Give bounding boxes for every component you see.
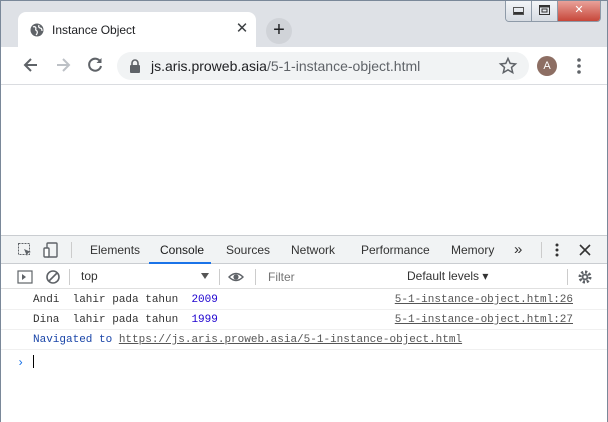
vertical-dots-icon[interactable] [571,56,587,76]
log-source-link[interactable]: 5-1-instance-object.html:26 [395,294,573,306]
tab-title: Instance Object [52,23,136,37]
dropdown-arrow-icon [201,273,209,279]
console-prompt[interactable]: › [1,350,607,370]
toolbar-divider [219,269,220,285]
profile-avatar[interactable]: A [537,56,557,76]
console-output: Andi lahir pada tahun 2009 5-1-instance-… [1,290,607,370]
tab-console[interactable]: Console [160,243,204,257]
navigated-url-link[interactable]: https://js.aris.proweb.asia/5-1-instance… [119,334,462,346]
log-number: 2009 [191,294,218,306]
tab-elements[interactable]: Elements [90,243,140,257]
new-tab-button[interactable]: + [266,18,292,44]
tab-memory[interactable]: Memory [451,243,494,257]
browser-tab[interactable]: Instance Object ✕ [18,12,256,47]
log-number: 1999 [191,314,218,326]
back-arrow-icon[interactable] [21,55,41,75]
tab-sources[interactable]: Sources [226,243,270,257]
context-label: top [81,269,98,283]
vertical-dots-icon[interactable] [549,242,565,258]
forward-arrow-icon[interactable] [53,55,73,75]
restore-icon [539,5,550,15]
log-levels-dropdown[interactable]: Default levels ▾ [407,269,488,283]
close-devtools-icon[interactable] [577,242,593,258]
toolbar-divider [541,242,542,258]
address-bar[interactable]: js.aris.proweb.asia/5-1-instance-object.… [117,52,529,80]
star-icon[interactable] [498,56,518,76]
log-text: Dina lahir pada tahun [33,314,192,326]
toolbar-divider [255,269,256,285]
toolbar-divider [69,269,70,285]
tab-strip: Instance Object ✕ + ✕ [1,1,607,47]
url-text: js.aris.proweb.asia/5-1-instance-object.… [151,58,420,74]
window-close-button[interactable]: ✕ [558,1,600,21]
context-selector[interactable]: top [75,269,213,285]
tab-performance[interactable]: Performance [361,243,430,257]
more-tabs-icon[interactable]: » [514,241,522,258]
page-viewport [1,86,607,235]
devtools-panel: Elements Console Sources Network Perform… [1,235,607,422]
url-path: /5-1-instance-object.html [266,58,421,74]
clear-console-icon[interactable] [45,269,61,285]
sidebar-toggle-icon[interactable] [17,269,33,285]
globe-icon [30,23,44,37]
console-toolbar: top Default levels ▾ [1,265,607,289]
log-text: Andi lahir pada tahun [33,294,192,306]
devtools-tab-bar: Elements Console Sources Network Perform… [1,236,607,264]
restore-button[interactable] [532,1,558,21]
minimize-icon [513,7,524,15]
browser-toolbar: js.aris.proweb.asia/5-1-instance-object.… [1,47,607,85]
eye-icon[interactable] [228,269,244,285]
close-icon: ✕ [574,4,584,16]
log-message: Dina lahir pada tahun 1999 [33,314,218,326]
navigation-entry: Navigated to https://js.aris.proweb.asia… [1,330,607,350]
filter-input[interactable] [263,268,399,286]
log-entry: Andi lahir pada tahun 2009 5-1-instance-… [1,290,607,310]
navigation-message: Navigated to https://js.aris.proweb.asia… [33,334,462,346]
reload-icon[interactable] [85,55,105,75]
navigated-prefix: Navigated to [33,334,119,346]
lock-icon[interactable] [129,59,141,73]
window-controls: ✕ [505,1,601,22]
prompt-chevron-icon: › [17,356,25,370]
tab-network[interactable]: Network [291,243,335,257]
minimize-button[interactable] [506,1,532,21]
text-caret [33,355,34,368]
log-source-link[interactable]: 5-1-instance-object.html:27 [395,314,573,326]
toolbar-divider [567,269,568,285]
tab-close-icon[interactable]: ✕ [234,21,250,37]
toolbar-divider [71,242,72,258]
inspect-element-icon[interactable] [17,242,33,258]
log-message: Andi lahir pada tahun 2009 [33,294,218,306]
gear-icon[interactable] [577,269,593,285]
url-host: js.aris.proweb.asia [151,58,267,74]
log-entry: Dina lahir pada tahun 1999 5-1-instance-… [1,310,607,330]
active-tab-indicator [149,262,211,264]
device-toggle-icon[interactable] [43,242,59,258]
browser-window: Instance Object ✕ + ✕ js.aris.proweb.asi… [0,0,608,422]
